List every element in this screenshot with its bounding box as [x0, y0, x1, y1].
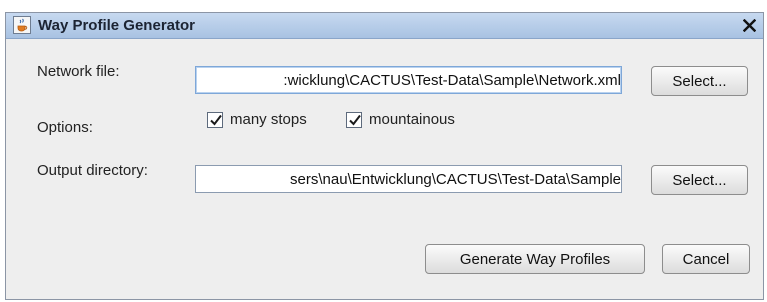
- mountainous-label: mountainous: [369, 111, 455, 128]
- checkmark-icon: [210, 114, 222, 126]
- network-file-input[interactable]: [196, 67, 621, 93]
- many-stops-label: many stops: [230, 111, 307, 128]
- output-directory-field[interactable]: [195, 165, 622, 193]
- network-file-label: Network file:: [37, 63, 120, 80]
- way-profile-generator-dialog: Way Profile Generator Network file: Sele…: [5, 12, 764, 300]
- checkbox-box[interactable]: [207, 111, 223, 128]
- title-bar[interactable]: Way Profile Generator: [6, 13, 763, 39]
- options-label: Options:: [37, 119, 93, 136]
- cancel-button[interactable]: Cancel: [662, 244, 750, 274]
- java-cup-icon: [13, 16, 31, 34]
- many-stops-checkbox[interactable]: many stops: [207, 111, 307, 128]
- output-directory-input[interactable]: [196, 166, 621, 192]
- generate-way-profiles-button[interactable]: Generate Way Profiles: [425, 244, 645, 274]
- output-directory-label: Output directory:: [37, 162, 148, 179]
- close-icon[interactable]: [741, 15, 757, 35]
- network-file-field[interactable]: [195, 66, 622, 94]
- window-title: Way Profile Generator: [38, 17, 195, 34]
- output-select-button[interactable]: Select...: [651, 165, 748, 195]
- checkmark-icon: [349, 114, 361, 126]
- network-select-button[interactable]: Select...: [651, 66, 748, 96]
- mountainous-checkbox[interactable]: mountainous: [346, 111, 455, 128]
- checkbox-box[interactable]: [346, 111, 362, 128]
